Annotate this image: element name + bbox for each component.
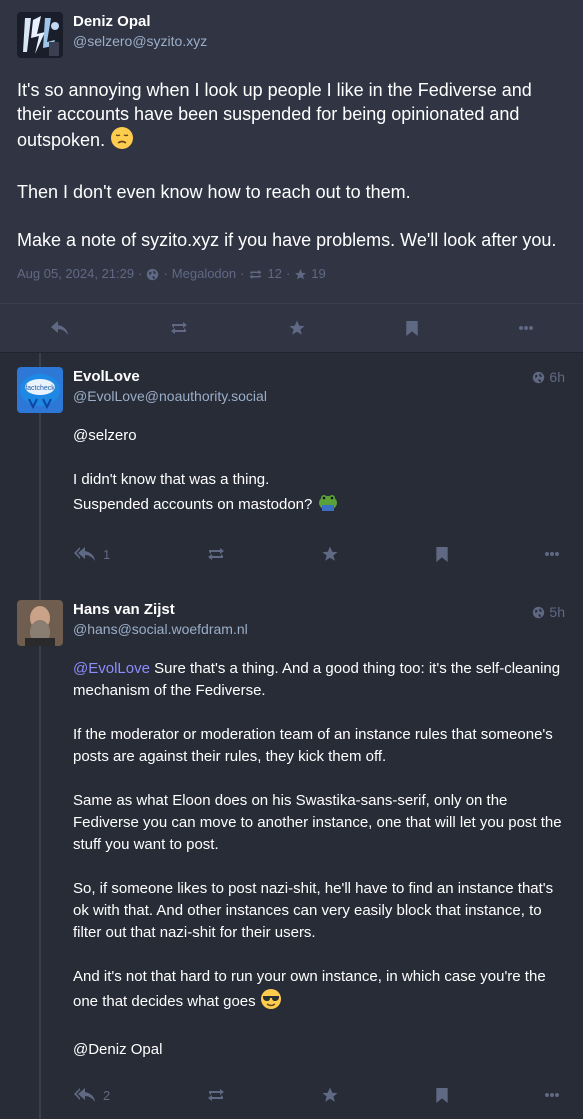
post-paragraph: Make a note of syzito.xyz if you have pr… bbox=[17, 230, 557, 250]
post-paragraph: If the moderator or moderation team of a… bbox=[73, 726, 553, 766]
post-line: Suspended accounts on mastodon? bbox=[73, 496, 313, 514]
star-icon[interactable] bbox=[294, 266, 307, 281]
reply-post: Hans van Zijst @hans@social.woefdram.nl … bbox=[0, 588, 583, 1119]
boost-count[interactable]: 12 bbox=[267, 266, 281, 281]
reply-count[interactable]: 2 bbox=[103, 1088, 110, 1103]
app-name: Megalodon bbox=[171, 266, 237, 282]
star-icon bbox=[322, 546, 338, 561]
more-icon bbox=[544, 552, 559, 557]
reply-button[interactable]: 1 bbox=[73, 546, 110, 562]
display-name[interactable]: EvolLove bbox=[73, 367, 267, 386]
bookmark-button[interactable] bbox=[405, 320, 419, 337]
account-handle[interactable]: @selzero@syzito.xyz bbox=[73, 31, 207, 51]
avatar[interactable] bbox=[17, 600, 63, 647]
boost-icon[interactable] bbox=[248, 266, 263, 281]
sunglasses-face-icon bbox=[260, 988, 282, 1017]
post-content: @selzero I didn't know that was a thing.… bbox=[73, 425, 566, 520]
boost-button[interactable] bbox=[206, 546, 226, 562]
star-icon bbox=[322, 1087, 338, 1102]
reply-button[interactable] bbox=[50, 320, 70, 336]
post-paragraph: It's so annoying when I look up people I… bbox=[17, 80, 532, 150]
post-paragraph: So, if someone likes to post nazi-shit, … bbox=[73, 880, 554, 942]
post-action-bar: 1 bbox=[73, 530, 566, 578]
frog-icon bbox=[317, 491, 339, 520]
relative-time[interactable]: 5h bbox=[532, 604, 565, 620]
post-action-bar bbox=[0, 303, 583, 352]
post-date[interactable]: Aug 05, 2024, 21:29 bbox=[17, 266, 134, 281]
post-header: factcheck EvolLove @EvolLove@noauthority… bbox=[17, 367, 566, 414]
mention-link[interactable]: @selzero bbox=[73, 425, 566, 447]
star-icon bbox=[289, 320, 304, 335]
mention-link[interactable]: @Deniz Opal bbox=[73, 1039, 566, 1061]
boost-icon bbox=[207, 1089, 224, 1102]
disappointed-face-icon bbox=[110, 126, 134, 156]
mention-link[interactable]: @EvolLove bbox=[73, 660, 150, 677]
reply-post: factcheck EvolLove @EvolLove@noauthority… bbox=[0, 353, 583, 578]
post-header: Deniz Opal @selzero@syzito.xyz bbox=[17, 12, 566, 58]
boost-button[interactable] bbox=[206, 1087, 226, 1103]
boost-icon bbox=[207, 548, 224, 561]
globe-icon bbox=[146, 266, 159, 281]
post-paragraph: Same as what Eloon does on his Swastika-… bbox=[73, 792, 562, 854]
svg-text:factcheck: factcheck bbox=[25, 385, 55, 392]
reply-count[interactable]: 1 bbox=[103, 547, 110, 562]
post-paragraph: Then I don't even know how to reach out … bbox=[17, 182, 411, 202]
more-button[interactable] bbox=[544, 551, 560, 557]
reply-thread: factcheck EvolLove @EvolLove@noauthority… bbox=[0, 353, 583, 1119]
favourite-button[interactable] bbox=[288, 319, 306, 337]
post-content: It's so annoying when I look up people I… bbox=[17, 78, 566, 252]
bookmark-icon bbox=[435, 546, 448, 562]
bookmark-icon bbox=[435, 1087, 448, 1103]
globe-icon bbox=[533, 606, 545, 618]
avatar[interactable] bbox=[17, 12, 63, 58]
boost-icon bbox=[170, 322, 187, 335]
post-content: @EvolLove Sure that's a thing. And a goo… bbox=[73, 658, 566, 1061]
boost-button[interactable] bbox=[169, 320, 189, 336]
favourite-count[interactable]: 19 bbox=[311, 266, 325, 281]
favourite-button[interactable] bbox=[321, 1086, 339, 1104]
bookmark-button[interactable] bbox=[435, 1087, 449, 1104]
relative-time[interactable]: 6h bbox=[532, 369, 565, 385]
more-icon bbox=[544, 1093, 559, 1098]
more-icon bbox=[518, 326, 533, 331]
more-button[interactable] bbox=[544, 1092, 560, 1098]
account-handle[interactable]: @hans@social.woefdram.nl bbox=[73, 619, 248, 639]
reply-all-icon bbox=[74, 547, 95, 562]
avatar[interactable]: factcheck bbox=[17, 367, 63, 414]
reply-all-icon bbox=[74, 1088, 95, 1103]
focused-post: Deniz Opal @selzero@syzito.xyz It's so a… bbox=[0, 0, 583, 354]
globe-icon bbox=[533, 371, 545, 383]
display-name[interactable]: Hans van Zijst bbox=[73, 600, 248, 619]
post-paragraph: And it's not that hard to run your own i… bbox=[73, 968, 546, 1011]
bookmark-icon bbox=[405, 320, 418, 336]
bookmark-button[interactable] bbox=[435, 546, 449, 563]
more-button[interactable] bbox=[518, 325, 534, 331]
account-handle[interactable]: @EvolLove@noauthority.social bbox=[73, 386, 267, 406]
post-action-bar: 2 bbox=[73, 1071, 566, 1119]
reply-icon bbox=[50, 321, 68, 336]
post-header: Hans van Zijst @hans@social.woefdram.nl bbox=[17, 600, 566, 647]
favourite-button[interactable] bbox=[321, 545, 339, 563]
post-line: I didn't know that was a thing. bbox=[73, 471, 270, 489]
post-meta: Aug 05, 2024, 21:29 · · Megalodon · 12 ·… bbox=[17, 266, 326, 282]
display-name[interactable]: Deniz Opal bbox=[73, 12, 207, 31]
reply-button[interactable]: 2 bbox=[73, 1087, 110, 1103]
